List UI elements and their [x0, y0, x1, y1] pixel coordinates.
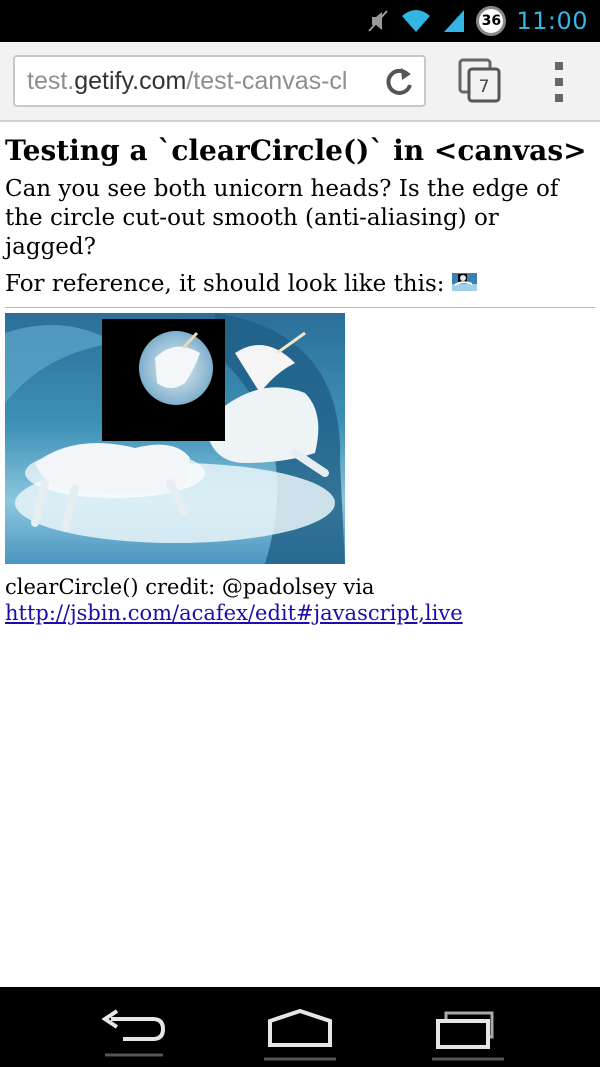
status-bar: 36 11:00 — [0, 0, 600, 42]
unicorn-image — [5, 313, 345, 564]
url-bar[interactable]: test.getify.com/test-canvas-cl — [13, 55, 426, 107]
reload-icon[interactable] — [382, 65, 416, 99]
credit-block: clearCircle() credit: @padolsey via http… — [5, 574, 595, 626]
navigation-bar — [0, 987, 600, 1067]
url-text[interactable]: test.getify.com/test-canvas-cl — [27, 67, 348, 96]
signal-icon — [444, 10, 465, 32]
browser-toolbar: test.getify.com/test-canvas-cl 7 — [0, 42, 600, 122]
battery-icon: 36 — [476, 6, 507, 36]
mute-icon — [368, 10, 389, 32]
tabs-icon[interactable]: 7 — [458, 58, 502, 104]
home-icon[interactable] — [260, 1007, 340, 1062]
page-content: Testing a `clearCircle()` in <canvas> Ca… — [5, 122, 595, 626]
status-time: 11:00 — [516, 7, 588, 35]
credit-text: clearCircle() credit: @padolsey via — [5, 575, 375, 599]
back-icon[interactable] — [93, 1007, 173, 1057]
reference-thumbnail — [451, 273, 477, 291]
divider — [5, 307, 595, 308]
question-text: Can you see both unicorn heads? Is the e… — [5, 176, 559, 260]
menu-icon[interactable] — [548, 60, 570, 104]
recent-apps-icon[interactable] — [428, 1009, 508, 1064]
reference-line: For reference, it should look like this: — [5, 270, 595, 299]
unicorn-canvas — [5, 313, 345, 564]
credit-link[interactable]: http://jsbin.com/acafex/edit#javascript,… — [5, 601, 463, 625]
wifi-icon — [402, 10, 431, 32]
page-title: Testing a `clearCircle()` in <canvas> — [5, 134, 587, 167]
svg-text:7: 7 — [479, 77, 490, 97]
